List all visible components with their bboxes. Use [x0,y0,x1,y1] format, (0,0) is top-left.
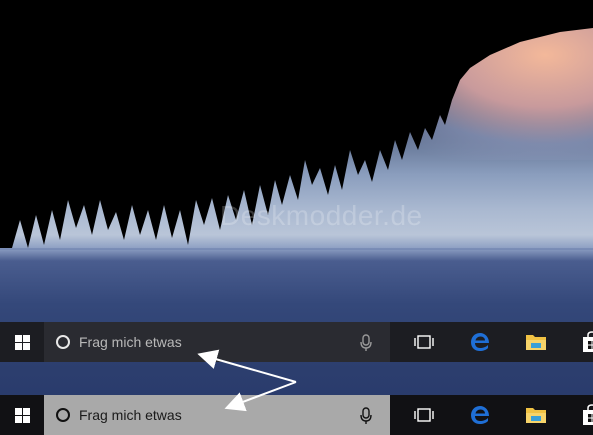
cortana-icon [56,335,70,349]
store-icon [583,404,593,425]
windows-logo-icon [14,334,30,350]
file-explorer-icon [526,408,546,423]
search-placeholder: Frag mich etwas [79,334,182,350]
cortana-icon [56,408,70,422]
start-button[interactable] [0,395,44,435]
task-view-button[interactable] [402,395,446,435]
taskbar-dark-search: Frag mich etwas [0,322,593,362]
edge-taskbar-button[interactable] [458,395,502,435]
store-taskbar-button[interactable] [570,322,593,362]
cortana-search-box[interactable]: Frag mich etwas [44,322,390,362]
search-placeholder: Frag mich etwas [79,407,182,423]
cortana-search-box[interactable]: Frag mich etwas [44,395,390,435]
edge-icon [471,406,489,424]
microphone-icon[interactable] [358,407,374,425]
edge-taskbar-button[interactable] [458,322,502,362]
windows-logo-icon [14,407,30,423]
file-explorer-icon [526,335,546,350]
store-taskbar-button[interactable] [570,395,593,435]
taskbar-light-search: Frag mich etwas [0,395,593,435]
file-explorer-taskbar-button[interactable] [514,322,558,362]
file-explorer-taskbar-button[interactable] [514,395,558,435]
store-icon [583,331,593,352]
task-view-button[interactable] [402,322,446,362]
task-view-icon [414,335,434,349]
lake-horizon [0,248,593,250]
microphone-icon[interactable] [358,334,374,352]
task-view-icon [414,408,434,422]
watermark-text: Deskmodder.de [220,200,423,231]
start-button[interactable] [0,322,44,362]
edge-icon [471,333,489,351]
